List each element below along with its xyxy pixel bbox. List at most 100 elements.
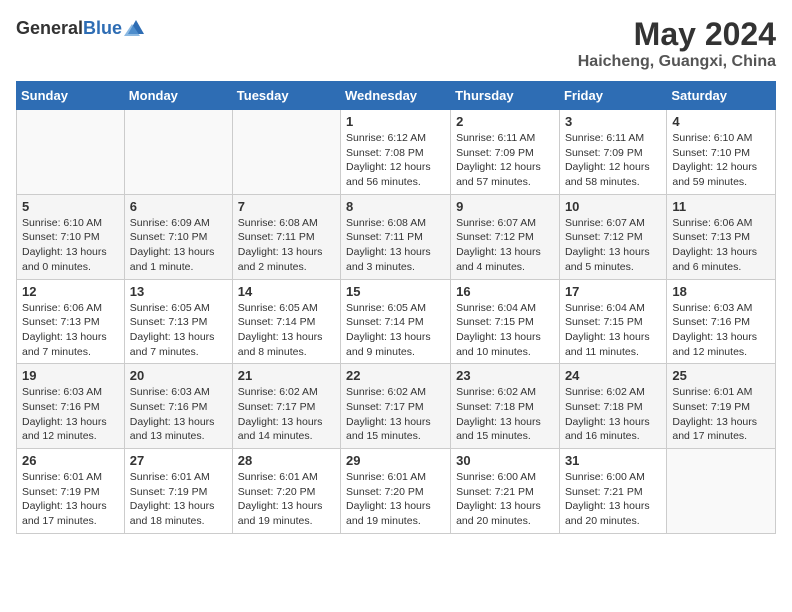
day-cell: 15 Sunrise: 6:05 AM Sunset: 7:14 PM Dayli… bbox=[341, 279, 451, 364]
day-cell: 6 Sunrise: 6:09 AM Sunset: 7:10 PM Daylig… bbox=[124, 194, 232, 279]
day-info: Sunrise: 6:10 AM Sunset: 7:10 PM Dayligh… bbox=[672, 131, 770, 190]
day-number: 3 bbox=[565, 114, 661, 129]
day-cell bbox=[232, 110, 340, 195]
day-cell: 7 Sunrise: 6:08 AM Sunset: 7:11 PM Daylig… bbox=[232, 194, 340, 279]
logo-icon bbox=[124, 16, 148, 40]
day-info: Sunrise: 6:01 AM Sunset: 7:19 PM Dayligh… bbox=[672, 385, 770, 444]
day-info: Sunrise: 6:01 AM Sunset: 7:20 PM Dayligh… bbox=[238, 470, 335, 529]
day-info: Sunrise: 6:00 AM Sunset: 7:21 PM Dayligh… bbox=[565, 470, 661, 529]
day-info: Sunrise: 6:08 AM Sunset: 7:11 PM Dayligh… bbox=[346, 216, 445, 275]
day-info: Sunrise: 6:01 AM Sunset: 7:19 PM Dayligh… bbox=[22, 470, 119, 529]
day-number: 21 bbox=[238, 368, 335, 383]
day-number: 25 bbox=[672, 368, 770, 383]
week-row-2: 5Sunrise: 6:10 AM Sunset: 7:10 PM Daylig… bbox=[17, 194, 776, 279]
day-info: Sunrise: 6:05 AM Sunset: 7:13 PM Dayligh… bbox=[130, 301, 227, 360]
day-cell bbox=[667, 449, 776, 534]
day-cell: 20Sunrise: 6:03 AM Sunset: 7:16 PM Dayli… bbox=[124, 364, 232, 449]
day-info: Sunrise: 6:02 AM Sunset: 7:17 PM Dayligh… bbox=[238, 385, 335, 444]
day-cell: 18 Sunrise: 6:03 AM Sunset: 7:16 PM Dayli… bbox=[667, 279, 776, 364]
header-wednesday: Wednesday bbox=[341, 82, 451, 110]
day-cell: 22 Sunrise: 6:02 AM Sunset: 7:17 PM Dayli… bbox=[341, 364, 451, 449]
day-number: 28 bbox=[238, 453, 335, 468]
day-number: 19 bbox=[22, 368, 119, 383]
day-info: Sunrise: 6:07 AM Sunset: 7:12 PM Dayligh… bbox=[456, 216, 554, 275]
day-number: 31 bbox=[565, 453, 661, 468]
day-cell: 1Sunrise: 6:12 AM Sunset: 7:08 PM Daylig… bbox=[341, 110, 451, 195]
header-sunday: Sunday bbox=[17, 82, 125, 110]
day-number: 15 bbox=[346, 284, 445, 299]
day-cell: 30Sunrise: 6:00 AM Sunset: 7:21 PM Dayli… bbox=[451, 449, 560, 534]
day-info: Sunrise: 6:06 AM Sunset: 7:13 PM Dayligh… bbox=[22, 301, 119, 360]
day-cell: 28 Sunrise: 6:01 AM Sunset: 7:20 PM Dayli… bbox=[232, 449, 340, 534]
day-cell: 23 Sunrise: 6:02 AM Sunset: 7:18 PM Dayli… bbox=[451, 364, 560, 449]
day-cell: 3Sunrise: 6:11 AM Sunset: 7:09 PM Daylig… bbox=[559, 110, 666, 195]
day-info: Sunrise: 6:02 AM Sunset: 7:18 PM Dayligh… bbox=[565, 385, 661, 444]
day-cell: 10Sunrise: 6:07 AM Sunset: 7:12 PM Dayli… bbox=[559, 194, 666, 279]
day-number: 23 bbox=[456, 368, 554, 383]
day-number: 18 bbox=[672, 284, 770, 299]
day-info: Sunrise: 6:03 AM Sunset: 7:16 PM Dayligh… bbox=[130, 385, 227, 444]
day-cell: 13 Sunrise: 6:05 AM Sunset: 7:13 PM Dayli… bbox=[124, 279, 232, 364]
day-cell: 11Sunrise: 6:06 AM Sunset: 7:13 PM Dayli… bbox=[667, 194, 776, 279]
day-cell: 17 Sunrise: 6:04 AM Sunset: 7:15 PM Dayli… bbox=[559, 279, 666, 364]
day-info: Sunrise: 6:02 AM Sunset: 7:18 PM Dayligh… bbox=[456, 385, 554, 444]
week-row-1: 1Sunrise: 6:12 AM Sunset: 7:08 PM Daylig… bbox=[17, 110, 776, 195]
day-cell: 25 Sunrise: 6:01 AM Sunset: 7:19 PM Dayli… bbox=[667, 364, 776, 449]
day-cell: 31 Sunrise: 6:00 AM Sunset: 7:21 PM Dayli… bbox=[559, 449, 666, 534]
day-number: 29 bbox=[346, 453, 445, 468]
day-number: 8 bbox=[346, 199, 445, 214]
day-cell: 4 Sunrise: 6:10 AM Sunset: 7:10 PM Daylig… bbox=[667, 110, 776, 195]
day-cell: 19 Sunrise: 6:03 AM Sunset: 7:16 PM Dayli… bbox=[17, 364, 125, 449]
day-number: 11 bbox=[672, 199, 770, 214]
day-info: Sunrise: 6:05 AM Sunset: 7:14 PM Dayligh… bbox=[346, 301, 445, 360]
day-info: Sunrise: 6:03 AM Sunset: 7:16 PM Dayligh… bbox=[22, 385, 119, 444]
day-info: Sunrise: 6:02 AM Sunset: 7:17 PM Dayligh… bbox=[346, 385, 445, 444]
day-cell: 5Sunrise: 6:10 AM Sunset: 7:10 PM Daylig… bbox=[17, 194, 125, 279]
day-info: Sunrise: 6:08 AM Sunset: 7:11 PM Dayligh… bbox=[238, 216, 335, 275]
header-monday: Monday bbox=[124, 82, 232, 110]
day-info: Sunrise: 6:05 AM Sunset: 7:14 PM Dayligh… bbox=[238, 301, 335, 360]
day-number: 6 bbox=[130, 199, 227, 214]
day-info: Sunrise: 6:01 AM Sunset: 7:19 PM Dayligh… bbox=[130, 470, 227, 529]
header-saturday: Saturday bbox=[667, 82, 776, 110]
day-info: Sunrise: 6:03 AM Sunset: 7:16 PM Dayligh… bbox=[672, 301, 770, 360]
day-cell: 29 Sunrise: 6:01 AM Sunset: 7:20 PM Dayli… bbox=[341, 449, 451, 534]
day-number: 4 bbox=[672, 114, 770, 129]
day-number: 12 bbox=[22, 284, 119, 299]
day-number: 9 bbox=[456, 199, 554, 214]
day-cell: 26 Sunrise: 6:01 AM Sunset: 7:19 PM Dayli… bbox=[17, 449, 125, 534]
day-number: 22 bbox=[346, 368, 445, 383]
day-info: Sunrise: 6:09 AM Sunset: 7:10 PM Dayligh… bbox=[130, 216, 227, 275]
title-block: May 2024 Haicheng, Guangxi, China bbox=[578, 16, 776, 71]
day-info: Sunrise: 6:04 AM Sunset: 7:15 PM Dayligh… bbox=[456, 301, 554, 360]
day-number: 10 bbox=[565, 199, 661, 214]
calendar-table: SundayMondayTuesdayWednesdayThursdayFrid… bbox=[16, 81, 776, 534]
day-number: 17 bbox=[565, 284, 661, 299]
day-number: 7 bbox=[238, 199, 335, 214]
calendar-header: SundayMondayTuesdayWednesdayThursdayFrid… bbox=[17, 82, 776, 110]
day-cell: 27Sunrise: 6:01 AM Sunset: 7:19 PM Dayli… bbox=[124, 449, 232, 534]
header-thursday: Thursday bbox=[451, 82, 560, 110]
logo: GeneralBlue bbox=[16, 16, 148, 40]
day-cell: 21 Sunrise: 6:02 AM Sunset: 7:17 PM Dayli… bbox=[232, 364, 340, 449]
day-number: 30 bbox=[456, 453, 554, 468]
day-number: 2 bbox=[456, 114, 554, 129]
day-number: 26 bbox=[22, 453, 119, 468]
day-number: 13 bbox=[130, 284, 227, 299]
day-cell bbox=[124, 110, 232, 195]
week-row-3: 12 Sunrise: 6:06 AM Sunset: 7:13 PM Dayli… bbox=[17, 279, 776, 364]
day-number: 14 bbox=[238, 284, 335, 299]
header-tuesday: Tuesday bbox=[232, 82, 340, 110]
day-cell bbox=[17, 110, 125, 195]
page-header: GeneralBlue May 2024 Haicheng, Guangxi, … bbox=[16, 16, 776, 71]
calendar-body: 1Sunrise: 6:12 AM Sunset: 7:08 PM Daylig… bbox=[17, 110, 776, 534]
day-info: Sunrise: 6:11 AM Sunset: 7:09 PM Dayligh… bbox=[456, 131, 554, 190]
day-cell: 2 Sunrise: 6:11 AM Sunset: 7:09 PM Daylig… bbox=[451, 110, 560, 195]
day-cell: 8 Sunrise: 6:08 AM Sunset: 7:11 PM Daylig… bbox=[341, 194, 451, 279]
day-number: 16 bbox=[456, 284, 554, 299]
day-cell: 12 Sunrise: 6:06 AM Sunset: 7:13 PM Dayli… bbox=[17, 279, 125, 364]
day-info: Sunrise: 6:01 AM Sunset: 7:20 PM Dayligh… bbox=[346, 470, 445, 529]
header-friday: Friday bbox=[559, 82, 666, 110]
day-info: Sunrise: 6:04 AM Sunset: 7:15 PM Dayligh… bbox=[565, 301, 661, 360]
day-number: 5 bbox=[22, 199, 119, 214]
